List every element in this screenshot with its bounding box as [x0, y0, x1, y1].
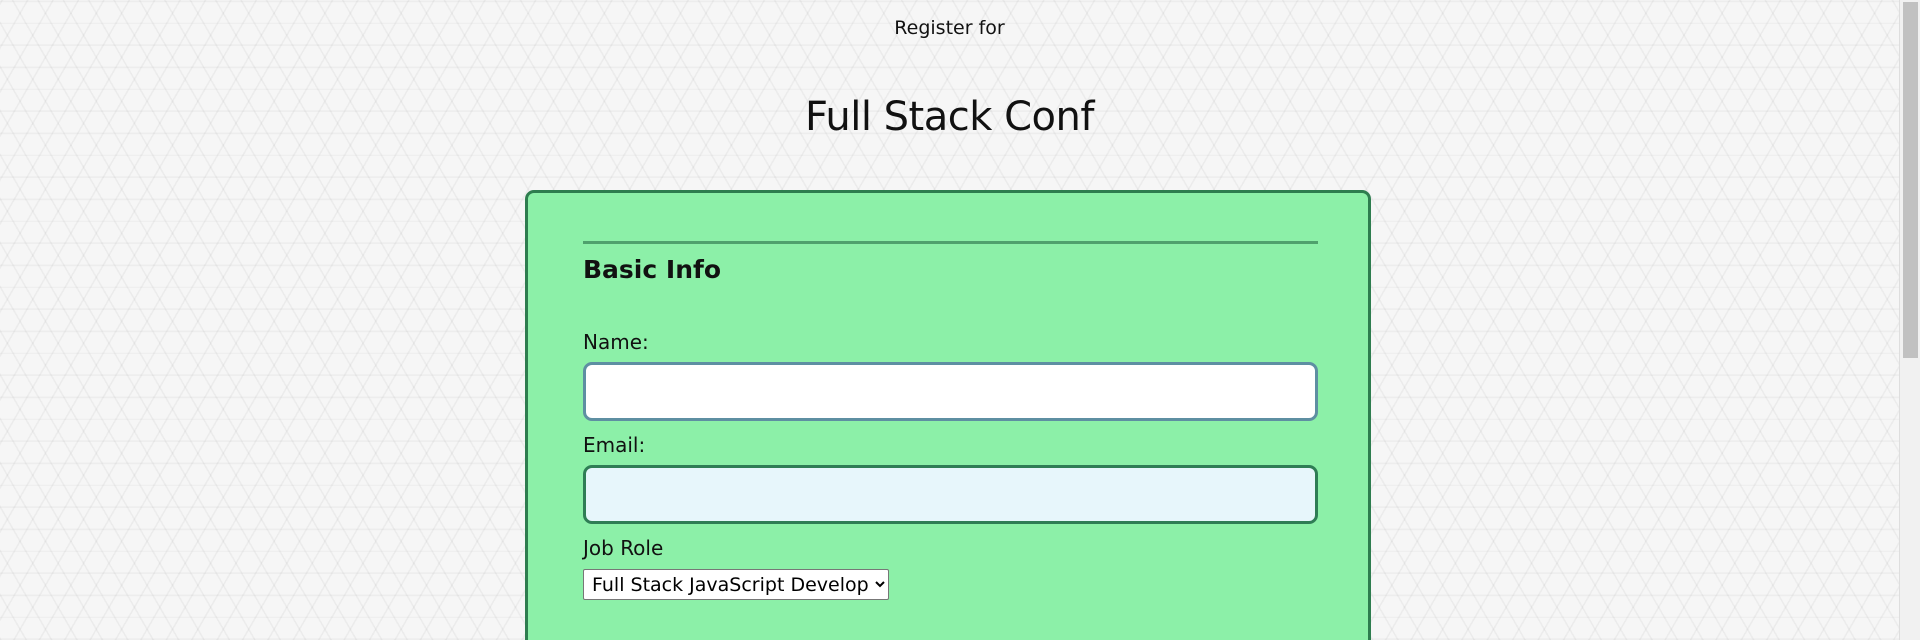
email-input[interactable] — [583, 465, 1318, 524]
page-title: Full Stack Conf — [805, 93, 1094, 140]
job-role-select[interactable]: Full Stack JavaScript Developer — [583, 569, 889, 600]
page-subtitle: Register for — [894, 17, 1005, 39]
section-title: Basic Info — [583, 255, 722, 284]
section-divider — [583, 241, 1318, 244]
registration-form-card: Basic Info Name: Email: Job Role Full St… — [525, 190, 1371, 640]
vertical-scrollbar[interactable] — [1899, 0, 1920, 640]
name-label: Name: — [583, 330, 649, 354]
scrollbar-thumb[interactable] — [1903, 2, 1918, 358]
name-input[interactable] — [583, 362, 1318, 421]
email-label: Email: — [583, 433, 646, 457]
job-role-label: Job Role — [583, 536, 664, 560]
